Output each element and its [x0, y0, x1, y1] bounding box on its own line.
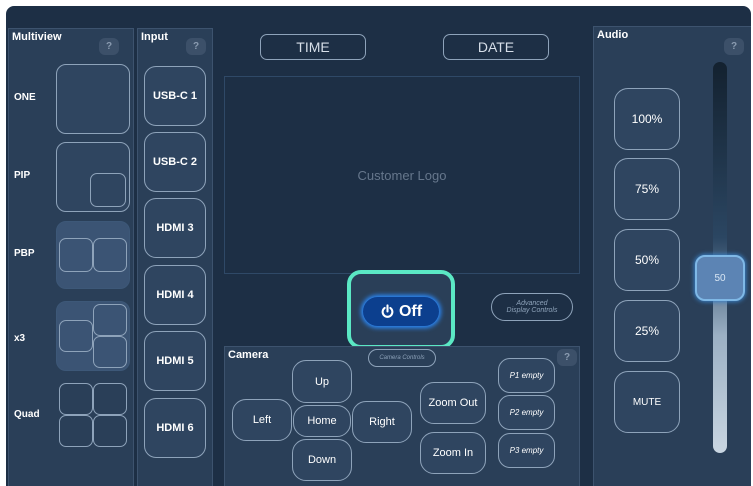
- camera-preset-3-button[interactable]: P3 empty: [498, 433, 555, 468]
- power-icon: [381, 304, 394, 318]
- x3-top-right-shape: [93, 304, 127, 336]
- power-off-label: Off: [398, 302, 423, 320]
- advanced-display-controls-button[interactable]: Advanced Display Controls: [491, 293, 573, 321]
- layout-one-button[interactable]: [56, 64, 130, 134]
- multiview-help-button[interactable]: ?: [99, 38, 119, 55]
- camera-right-button[interactable]: Right: [352, 401, 412, 443]
- camera-left-button[interactable]: Left: [232, 399, 292, 441]
- quad-bl-shape: [59, 415, 93, 447]
- pip-inset-shape: [90, 173, 126, 207]
- control-panel-app: Multiview ? ONE PIP PBP x3 Quad Input ? …: [6, 6, 751, 486]
- customer-logo-text: Customer Logo: [357, 167, 447, 183]
- audio-50-button[interactable]: 50%: [614, 229, 680, 291]
- input-hdmi6-button[interactable]: HDMI 6: [144, 398, 206, 458]
- camera-preset-2-button[interactable]: P2 empty: [498, 395, 555, 430]
- audio-help-button[interactable]: ?: [724, 38, 744, 55]
- camera-zoom-in-button[interactable]: Zoom In: [420, 432, 486, 474]
- pbp-left-shape: [59, 238, 93, 272]
- camera-panel: Camera ? Camera Controls Up Left Home Ri…: [224, 346, 580, 486]
- input-hdmi4-button[interactable]: HDMI 4: [144, 265, 206, 325]
- audio-75-button[interactable]: 75%: [614, 158, 680, 220]
- layout-x3-button[interactable]: [56, 301, 130, 371]
- audio-mute-button[interactable]: MUTE: [614, 371, 680, 433]
- multiview-title: Multiview: [12, 31, 62, 43]
- customer-logo-area: Customer Logo: [224, 76, 580, 274]
- audio-25-button[interactable]: 25%: [614, 300, 680, 362]
- layout-label-quad: Quad: [14, 409, 40, 420]
- quad-br-shape: [93, 415, 127, 447]
- x3-bottom-right-shape: [93, 336, 127, 368]
- camera-help-button[interactable]: ?: [557, 349, 577, 366]
- layout-label-pip: PIP: [14, 170, 31, 181]
- power-off-button[interactable]: Off: [363, 297, 439, 326]
- layout-label-pbp: PBP: [14, 248, 35, 259]
- layout-label-one: ONE: [14, 92, 36, 103]
- layout-pbp-button[interactable]: [56, 221, 130, 289]
- date-display: DATE: [443, 34, 549, 60]
- input-hdmi5-button[interactable]: HDMI 5: [144, 331, 206, 391]
- camera-preset-1-button[interactable]: P1 empty: [498, 358, 555, 393]
- advanced-camera-controls-button[interactable]: Camera Controls: [368, 349, 436, 367]
- quad-tl-shape: [59, 383, 93, 415]
- audio-100-button[interactable]: 100%: [614, 88, 680, 150]
- camera-title: Camera: [228, 349, 269, 361]
- input-panel: Input ? USB-C 1 USB-C 2 HDMI 3 HDMI 4 HD…: [137, 28, 213, 486]
- layout-quad-button[interactable]: [56, 380, 130, 450]
- camera-up-button[interactable]: Up: [292, 360, 352, 403]
- quad-tr-shape: [93, 383, 127, 415]
- input-hdmi3-button[interactable]: HDMI 3: [144, 198, 206, 258]
- input-usbc2-button[interactable]: USB-C 2: [144, 132, 206, 192]
- audio-panel: Audio ? 100% 75% 50% 25% MUTE 50: [593, 26, 751, 486]
- input-help-button[interactable]: ?: [186, 38, 206, 55]
- camera-zoom-out-button[interactable]: Zoom Out: [420, 382, 486, 424]
- time-display: TIME: [260, 34, 366, 60]
- layout-pip-button[interactable]: [56, 142, 130, 212]
- input-title: Input: [141, 31, 168, 43]
- audio-title: Audio: [597, 29, 629, 41]
- camera-down-button[interactable]: Down: [292, 439, 352, 481]
- advanced-camera-label: Camera Controls: [379, 355, 425, 361]
- power-button-frame[interactable]: Off: [347, 270, 455, 349]
- layout-label-x3: x3: [14, 333, 26, 344]
- advanced-display-label-2: Display Controls: [506, 307, 558, 314]
- volume-slider-value: 50: [714, 272, 726, 284]
- multiview-panel: Multiview ? ONE PIP PBP x3 Quad: [8, 28, 134, 486]
- pbp-right-shape: [93, 238, 127, 272]
- input-usbc1-button[interactable]: USB-C 1: [144, 66, 206, 126]
- volume-slider-thumb[interactable]: 50: [695, 255, 745, 301]
- advanced-display-label-1: Advanced: [516, 300, 548, 307]
- x3-left-shape: [59, 320, 93, 352]
- camera-home-button[interactable]: Home: [293, 405, 351, 437]
